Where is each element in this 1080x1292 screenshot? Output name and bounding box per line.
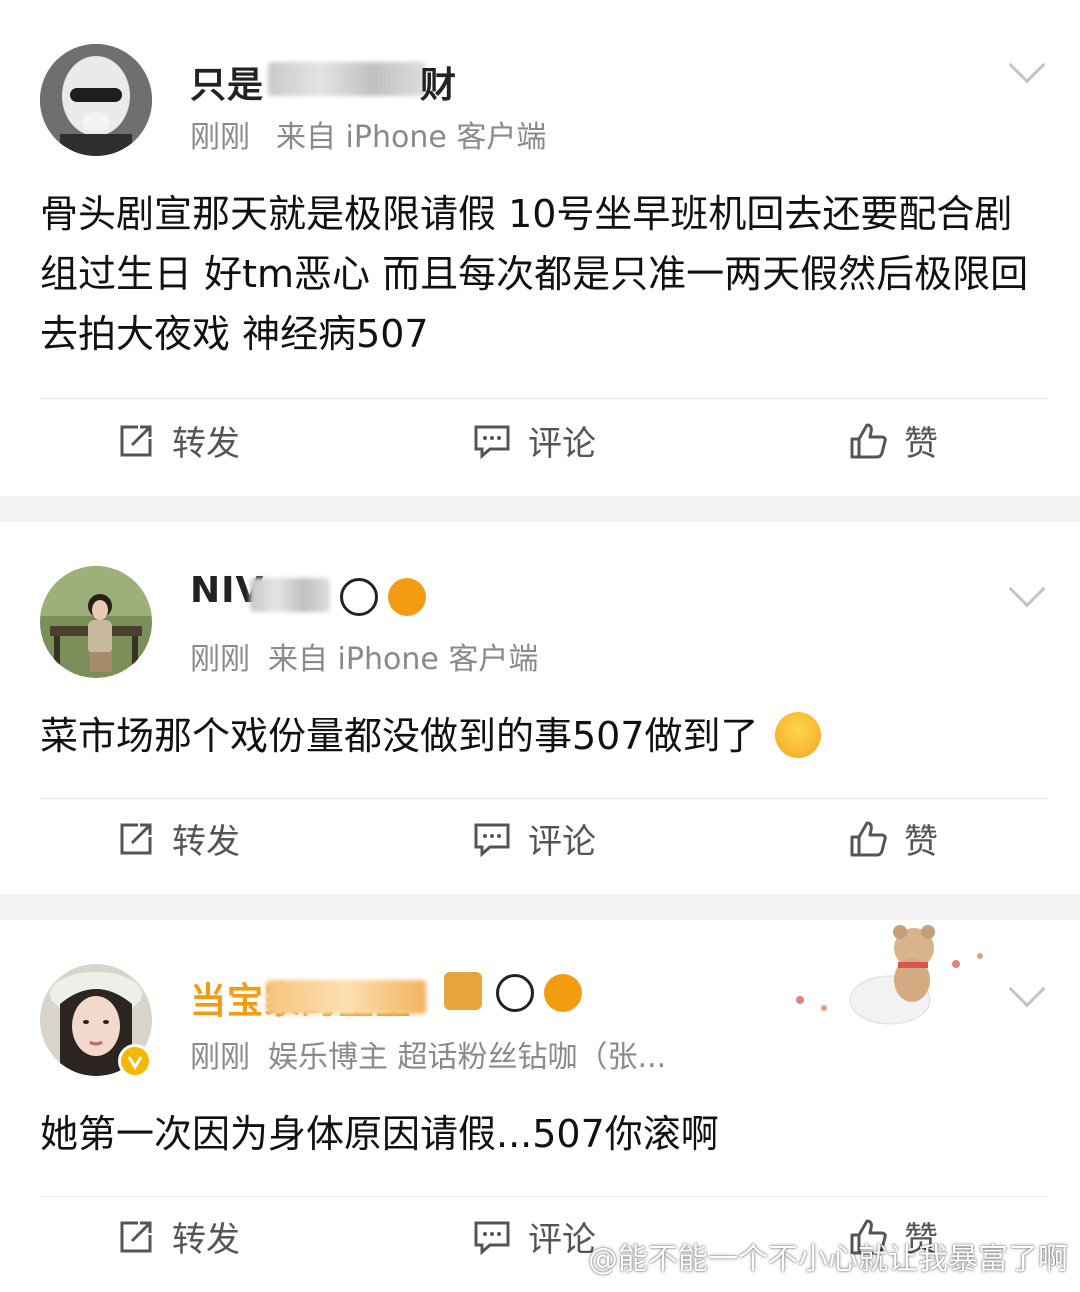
repost-label: 转发 (172, 1220, 240, 1260)
post-card[interactable]: 只是 财 刚刚 来自 iPhone 客户端 骨头剧宣那天就是极限请假 10号坐早班… (0, 0, 1080, 496)
repost-button[interactable]: 转发 (116, 1212, 240, 1261)
like-button[interactable]: 赞 (848, 416, 938, 465)
post-time: 刚刚 (190, 642, 250, 677)
verified-icon (118, 1044, 152, 1078)
action-bar: 转发 评论 赞 (0, 814, 1080, 874)
avatar[interactable] (40, 44, 152, 156)
comment-button[interactable]: 评论 (472, 814, 596, 863)
username[interactable]: 只是 (190, 56, 264, 108)
blurred-name (266, 980, 426, 1014)
post-source[interactable]: 娱乐博主 超话粉丝钻咖（张... (268, 1040, 666, 1075)
post-card[interactable]: NIV 刚刚 来自 iPhone 客户端 菜市场那个戏份量都没做到的事507做到了… (0, 522, 1080, 894)
post-meta: 刚刚 娱乐博主 超话粉丝钻咖（张... (190, 1032, 666, 1076)
post-time: 刚刚 (190, 1040, 250, 1075)
post-content-text: 菜市场那个戏份量都没做到的事507做到了 (40, 714, 759, 758)
crown-badge-icon (444, 972, 482, 1010)
panda-icon (340, 578, 378, 616)
comment-label: 评论 (528, 1220, 596, 1260)
username-tail: 财 (420, 56, 457, 108)
post-content: 她第一次因为身体原因请假...507你滚啊 (40, 1112, 719, 1156)
comment-button[interactable]: 评论 (472, 416, 596, 465)
repost-icon (120, 425, 152, 456)
panda-icon (496, 974, 534, 1012)
post-source[interactable]: 来自 iPhone 客户端 (268, 642, 538, 677)
crying-emoji-icon (774, 711, 821, 758)
post-time: 刚刚 (190, 120, 250, 155)
divider (40, 798, 1048, 799)
repost-icon (120, 1221, 152, 1252)
username-tail-text: 财 (420, 65, 458, 106)
pufferfish-icon (544, 974, 582, 1012)
action-bar: 转发 评论 赞 (0, 416, 1080, 476)
repost-label: 转发 (172, 424, 240, 464)
like-icon (850, 821, 887, 856)
post-meta: 刚刚 来自 iPhone 客户端 (190, 112, 546, 156)
comment-icon (474, 425, 510, 459)
username-text: 只是 (190, 65, 265, 106)
chevron-down-icon[interactable] (1008, 570, 1046, 608)
post-content: 菜市场那个戏份量都没做到的事507做到了 (40, 706, 1040, 766)
blurred-name (268, 62, 426, 96)
repost-icon (120, 823, 152, 854)
chevron-down-icon[interactable] (1008, 970, 1046, 1008)
comment-label: 评论 (528, 424, 596, 464)
pufferfish-icon (388, 578, 426, 616)
post-content: 骨头剧宣那天就是极限请假 10号坐早班机回去还要配合剧组过生日 好tm恶心 而且… (40, 192, 1029, 356)
comment-label: 评论 (528, 822, 596, 862)
repost-button[interactable]: 转发 (116, 416, 240, 465)
divider (40, 1196, 1048, 1197)
like-label: 赞 (904, 424, 938, 464)
chevron-down-icon[interactable] (1008, 46, 1046, 84)
comment-icon (474, 823, 510, 857)
comment-icon (474, 1221, 510, 1255)
like-button[interactable]: 赞 (848, 814, 938, 863)
blurred-name (250, 578, 330, 612)
comment-button[interactable]: 评论 (472, 1212, 596, 1261)
teddy-bear-decoration (780, 920, 1000, 1030)
like-label: 赞 (904, 822, 938, 862)
repost-button[interactable]: 转发 (116, 814, 240, 863)
post-source[interactable]: 来自 iPhone 客户端 (276, 120, 546, 155)
divider (40, 398, 1048, 399)
watermark: @能不能一个不小心就让我暴富了啊 (588, 1242, 1068, 1277)
avatar[interactable] (40, 566, 152, 678)
post-meta: 刚刚 来自 iPhone 客户端 (190, 634, 538, 678)
like-icon (850, 423, 887, 458)
repost-label: 转发 (172, 822, 240, 862)
